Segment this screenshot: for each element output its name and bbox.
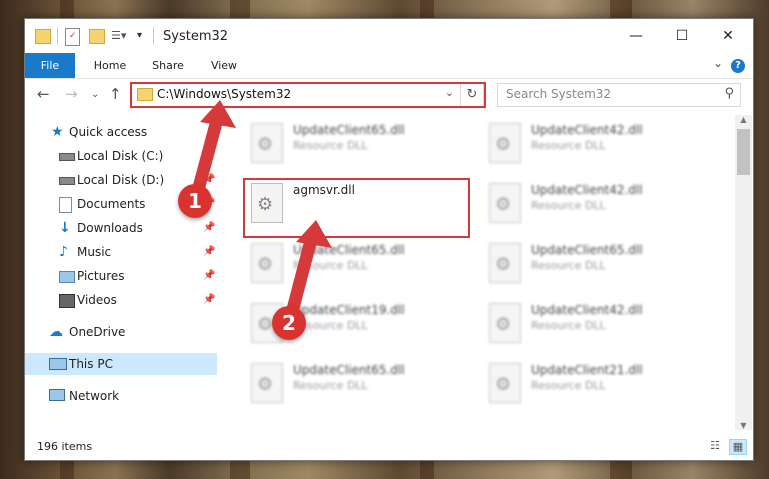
- annotation-arrows: [190, 100, 332, 322]
- arrow-2-head: [296, 220, 332, 248]
- step-badge-1: 1: [178, 184, 212, 218]
- arrow-1-head: [200, 100, 236, 128]
- step-badge-2: 2: [272, 306, 306, 340]
